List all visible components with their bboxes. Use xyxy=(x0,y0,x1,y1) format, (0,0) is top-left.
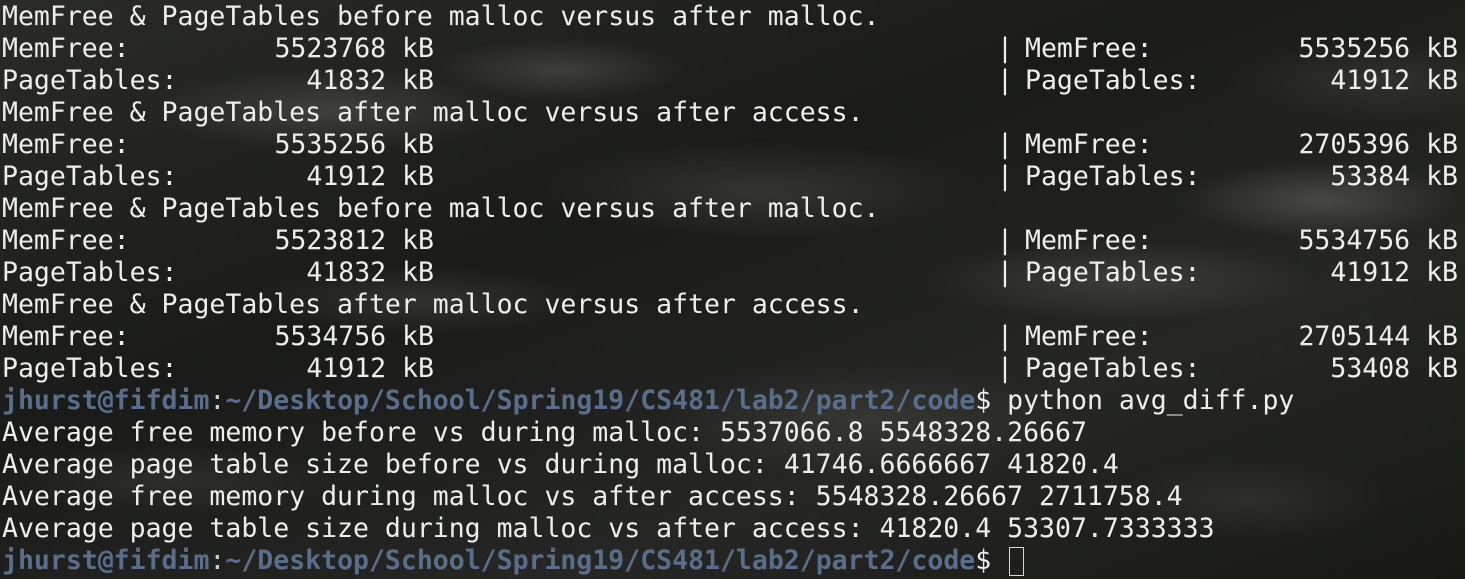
prompt-dollar: $ xyxy=(975,545,1008,576)
row-right-value: 2705144 kB xyxy=(1298,321,1458,352)
column-separator: | xyxy=(997,257,1013,288)
output-line: Average page table size during malloc vs… xyxy=(2,513,1215,544)
pagetables-row: PageTables: 41912 kB | PageTables: 53384… xyxy=(2,161,1465,193)
memfree-row: MemFree: 5523812 kB | MemFree: 5534756 k… xyxy=(2,225,1465,257)
column-separator: | xyxy=(997,225,1013,256)
row-right-value: 41912 kB xyxy=(1330,257,1458,288)
row-right-value: 5535256 kB xyxy=(1298,33,1458,64)
row-right-value: 53384 kB xyxy=(1330,161,1458,192)
prompt-colon: : xyxy=(209,385,226,416)
command-prompt-line: jhurst@fifdim:~/Desktop/School/Spring19/… xyxy=(2,385,1465,417)
row-left-value: 5523768 kB xyxy=(274,33,434,64)
row-right-value: 41912 kB xyxy=(1330,65,1458,96)
active-prompt-line[interactable]: jhurst@fifdim:~/Desktop/School/Spring19/… xyxy=(2,545,1465,577)
column-separator: | xyxy=(997,33,1013,64)
memfree-row: MemFree: 5535256 kB | MemFree: 2705396 k… xyxy=(2,129,1465,161)
row-left-value: 41832 kB xyxy=(306,257,434,288)
prompt-user-host: jhurst@fifdim xyxy=(2,385,210,416)
output-line: Average free memory during malloc vs aft… xyxy=(2,481,1183,512)
command-text: python avg_diff.py xyxy=(1007,385,1295,416)
row-right-value: 2705396 kB xyxy=(1298,129,1458,160)
column-separator: | xyxy=(997,321,1013,352)
memfree-row: MemFree: 5534756 kB | MemFree: 2705144 k… xyxy=(2,321,1465,353)
memfree-row: MemFree: 5523768 kB | MemFree: 5535256 k… xyxy=(2,33,1465,65)
output-line: Average page table size before vs during… xyxy=(2,449,1119,480)
row-left-value: 5523812 kB xyxy=(274,225,434,256)
section-header: MemFree & PageTables before malloc versu… xyxy=(2,1,880,32)
row-left-value: 41832 kB xyxy=(306,65,434,96)
column-separator: | xyxy=(997,129,1013,160)
column-separator: | xyxy=(997,161,1013,192)
output-line: Average free memory before vs during mal… xyxy=(2,417,1087,448)
pagetables-row: PageTables: 41832 kB | PageTables: 41912… xyxy=(2,65,1465,97)
pagetables-row: PageTables: 41912 kB | PageTables: 53408… xyxy=(2,353,1465,385)
column-separator: | xyxy=(997,353,1013,384)
prompt-dollar: $ xyxy=(975,385,1008,416)
row-left-value: 5535256 kB xyxy=(274,129,434,160)
text-cursor[interactable] xyxy=(1009,547,1025,576)
column-separator: | xyxy=(997,65,1013,96)
row-left-value: 41912 kB xyxy=(306,161,434,192)
section-header: MemFree & PageTables after malloc versus… xyxy=(2,289,864,320)
prompt-path: ~/Desktop/School/Spring19/CS481/lab2/par… xyxy=(225,385,976,416)
section-header: MemFree & PageTables before malloc versu… xyxy=(2,193,880,224)
row-right-value: 5534756 kB xyxy=(1298,225,1458,256)
row-left-value: 41912 kB xyxy=(306,353,434,384)
pagetables-row: PageTables: 41832 kB | PageTables: 41912… xyxy=(2,257,1465,289)
prompt-colon: : xyxy=(209,545,226,576)
row-right-value: 53408 kB xyxy=(1330,353,1458,384)
terminal-window[interactable]: MemFree & PageTables before malloc versu… xyxy=(2,1,1465,579)
row-left-value: 5534756 kB xyxy=(274,321,434,352)
prompt-user-host: jhurst@fifdim xyxy=(2,545,210,576)
section-header: MemFree & PageTables after malloc versus… xyxy=(2,97,864,128)
prompt-path: ~/Desktop/School/Spring19/CS481/lab2/par… xyxy=(225,545,976,576)
